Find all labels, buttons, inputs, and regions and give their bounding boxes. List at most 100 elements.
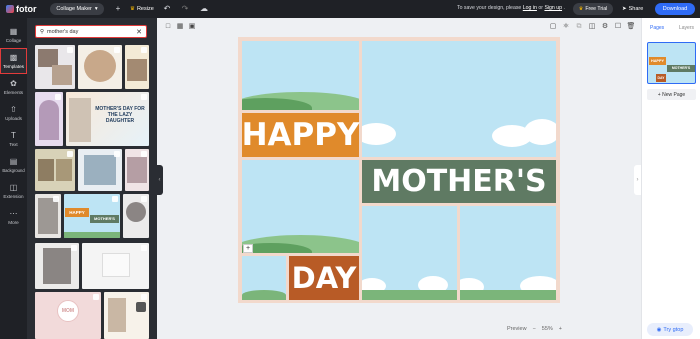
happy-text-block[interactable]: HAPPY bbox=[242, 113, 359, 157]
favorite-icon[interactable] bbox=[53, 196, 59, 202]
collage-icon: ▦ bbox=[9, 27, 18, 36]
photo-cell[interactable] bbox=[362, 206, 457, 300]
left-rail: ▦ Collage ▩ Templates ✿ Elements ⇧ Uploa… bbox=[0, 18, 27, 339]
zoom-out-icon[interactable]: − bbox=[533, 326, 536, 332]
chevron-down-icon: ▾ bbox=[94, 6, 98, 12]
template-thumb[interactable] bbox=[82, 243, 149, 289]
help-button[interactable]: ◉ Try gtop bbox=[647, 323, 693, 336]
zoom-in-icon[interactable]: + bbox=[559, 326, 562, 332]
tab-layers[interactable]: Layers bbox=[679, 25, 694, 31]
template-thumb[interactable] bbox=[104, 292, 149, 339]
mode-dropdown[interactable]: Collage Maker ▾ bbox=[50, 3, 104, 15]
favorite-icon[interactable] bbox=[55, 94, 61, 100]
favorite-icon[interactable] bbox=[112, 196, 118, 202]
favorite-icon[interactable] bbox=[141, 196, 147, 202]
rail-collage[interactable]: ▦ Collage bbox=[0, 22, 27, 48]
logo-icon bbox=[6, 5, 14, 13]
zoom-level[interactable]: 55% bbox=[542, 326, 553, 332]
download-button[interactable]: Download bbox=[655, 3, 695, 15]
login-link[interactable]: Log in bbox=[523, 5, 537, 11]
photo-cell[interactable] bbox=[242, 160, 359, 253]
mothers-text-block[interactable]: MOTHER'S bbox=[362, 160, 556, 203]
template-thumb[interactable] bbox=[35, 194, 61, 238]
crown-icon: ♛ bbox=[578, 6, 584, 12]
template-thumb[interactable] bbox=[78, 149, 122, 191]
favorite-icon[interactable] bbox=[114, 47, 120, 53]
image-icon[interactable]: ▣ bbox=[187, 22, 197, 32]
favorite-icon[interactable] bbox=[141, 151, 147, 157]
favorite-icon[interactable] bbox=[114, 151, 120, 157]
panel-collapse-handle[interactable]: ‹ bbox=[156, 165, 163, 195]
template-thumb[interactable]: MOM bbox=[35, 292, 101, 339]
search-input[interactable]: ⚲ mother's day ✕ bbox=[35, 25, 147, 38]
template-thumb[interactable]: HAPPY MOTHER'S bbox=[64, 194, 120, 238]
crown-icon: ♛ bbox=[130, 6, 135, 12]
favorite-icon[interactable] bbox=[71, 245, 77, 251]
templates-panel: ⚲ mother's day ✕ MOTHER'S DAY FOR THE LA… bbox=[27, 18, 157, 339]
template-thumb[interactable] bbox=[125, 149, 149, 191]
favorite-icon[interactable] bbox=[141, 245, 147, 251]
preview-button[interactable]: Preview bbox=[507, 326, 527, 332]
chat-icon: ◉ bbox=[656, 326, 662, 333]
right-panel-collapse-handle[interactable]: › bbox=[634, 165, 641, 195]
grid-icon[interactable]: ▦ bbox=[175, 22, 185, 32]
add-cell-button[interactable]: + bbox=[243, 244, 253, 253]
favorite-icon[interactable] bbox=[93, 294, 99, 300]
cloud-icon[interactable]: ☁ bbox=[199, 4, 209, 14]
template-thumb[interactable]: MOTHER'S DAY FOR THE LAZY DAUGHTER bbox=[66, 92, 149, 146]
rail-more[interactable]: ⋯ More bbox=[0, 204, 27, 230]
tab-pages[interactable]: Pages bbox=[650, 25, 664, 31]
uploads-icon: ⇧ bbox=[10, 105, 17, 114]
template-thumb[interactable] bbox=[35, 149, 75, 191]
template-thumb[interactable] bbox=[125, 45, 149, 89]
template-thumb[interactable] bbox=[35, 45, 75, 89]
rail-background[interactable]: ▤ Background bbox=[0, 152, 27, 178]
photo-cell[interactable] bbox=[242, 256, 286, 300]
favorite-icon[interactable] bbox=[67, 47, 73, 53]
copy-icon[interactable]: ⧉ bbox=[574, 22, 584, 32]
favorite-icon[interactable] bbox=[141, 294, 147, 300]
favorite-icon[interactable] bbox=[141, 94, 147, 100]
photo-cell[interactable] bbox=[460, 206, 556, 300]
delete-icon[interactable]: 🗑 bbox=[626, 22, 636, 32]
crop-icon[interactable]: ▢ bbox=[548, 22, 558, 32]
page-thumbnail[interactable]: HAPPY MOTHER'S DAY bbox=[647, 42, 696, 84]
rail-templates[interactable]: ▩ Templates bbox=[0, 48, 27, 74]
resize-button[interactable]: ♛ Resize bbox=[130, 4, 156, 14]
share-button[interactable]: ➤ Share bbox=[622, 4, 650, 14]
redo-icon[interactable]: ↷ bbox=[180, 4, 190, 14]
clear-icon[interactable]: ✕ bbox=[136, 28, 142, 36]
rail-extension[interactable]: ◫ Extension bbox=[0, 178, 27, 204]
favorite-icon[interactable] bbox=[67, 151, 73, 157]
fotor-logo[interactable]: fotor bbox=[6, 3, 42, 15]
template-thumb[interactable] bbox=[123, 194, 149, 238]
rail-text[interactable]: T Text bbox=[0, 126, 27, 152]
settings-icon[interactable]: ⚙ bbox=[600, 22, 610, 32]
template-thumb[interactable] bbox=[35, 243, 79, 289]
free-trial-button[interactable]: ♛ Free Trial bbox=[573, 3, 613, 15]
template-thumb[interactable] bbox=[35, 92, 63, 146]
photo-cell[interactable] bbox=[242, 41, 359, 110]
save-message: To save your design, please Log in or Si… bbox=[457, 5, 565, 11]
search-icon: ⚲ bbox=[40, 28, 45, 35]
new-page-button[interactable]: + New Page bbox=[647, 89, 696, 100]
templates-icon: ▩ bbox=[9, 53, 18, 62]
paint-icon[interactable]: ⚛ bbox=[561, 22, 571, 32]
collage-page: HAPPY DAY MOTHER'S bbox=[238, 37, 560, 303]
zoom-bar: Preview − 55% + bbox=[507, 323, 585, 335]
lock-icon[interactable]: ☐ bbox=[613, 22, 623, 32]
signup-link[interactable]: Sign up bbox=[544, 5, 562, 11]
undo-icon[interactable]: ↶ bbox=[162, 4, 172, 14]
photo-cell[interactable] bbox=[362, 41, 556, 157]
share-icon: ➤ bbox=[622, 6, 627, 12]
select-box-icon[interactable]: □ bbox=[163, 22, 173, 32]
template-thumb[interactable] bbox=[78, 45, 122, 89]
rail-elements[interactable]: ✿ Elements bbox=[0, 74, 27, 100]
background-icon: ▤ bbox=[9, 157, 18, 166]
add-icon[interactable]: + bbox=[113, 4, 123, 14]
favorite-icon[interactable] bbox=[141, 47, 147, 53]
day-text-block[interactable]: DAY bbox=[289, 256, 359, 300]
rail-uploads[interactable]: ⇧ Uploads bbox=[0, 100, 27, 126]
duplicate-icon[interactable]: ◫ bbox=[587, 22, 597, 32]
elements-icon: ✿ bbox=[10, 79, 17, 88]
